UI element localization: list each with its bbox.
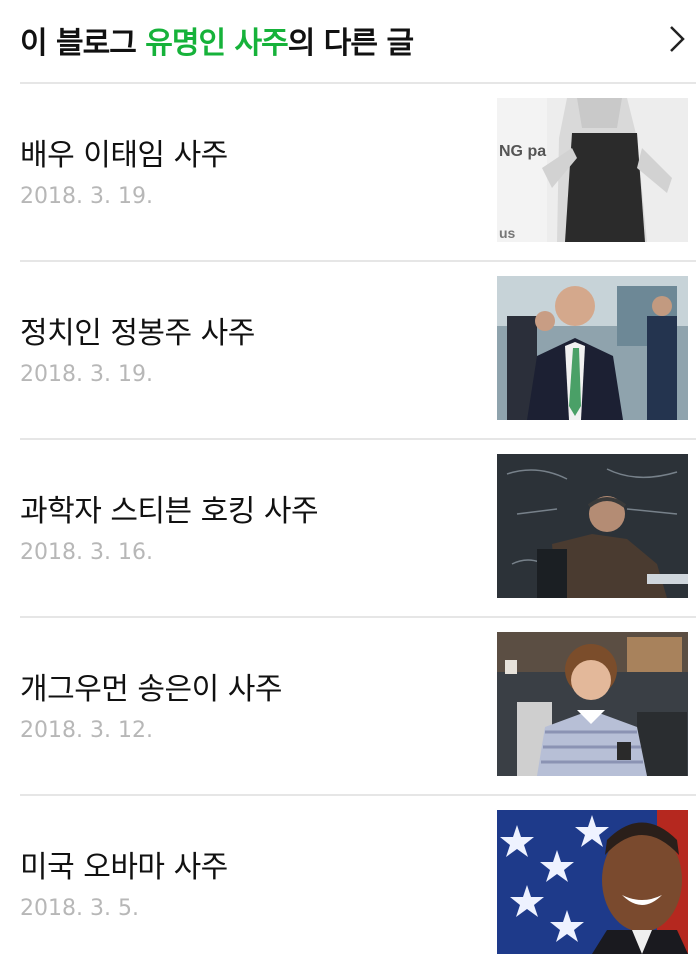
- post-item[interactable]: 미국 오바마 사주 2018. 3. 5.: [20, 796, 696, 972]
- header: 이 블로그 유명인 사주의 다른 글: [0, 0, 696, 80]
- header-title[interactable]: 이 블로그 유명인 사주의 다른 글: [20, 18, 414, 62]
- svg-text:us: us: [499, 225, 516, 241]
- post-thumbnail[interactable]: [497, 810, 688, 954]
- post-thumbnail[interactable]: NG pa us: [497, 98, 688, 242]
- post-thumbnail[interactable]: [497, 276, 688, 420]
- post-item[interactable]: 과학자 스티븐 호킹 사주 2018. 3. 16.: [20, 440, 696, 618]
- header-title-prefix: 이 블로그: [20, 26, 146, 61]
- post-item[interactable]: 배우 이태임 사주 2018. 3. 19. NG pa us: [20, 84, 696, 262]
- post-date: 2018. 3. 19.: [20, 184, 153, 209]
- post-list: 배우 이태임 사주 2018. 3. 19. NG pa us 정치인 정봉주 …: [0, 84, 696, 972]
- post-title[interactable]: 정치인 정봉주 사주: [20, 308, 255, 352]
- post-date: 2018. 3. 5.: [20, 896, 139, 921]
- post-title[interactable]: 배우 이태임 사주: [20, 130, 228, 174]
- post-date: 2018. 3. 16.: [20, 540, 153, 565]
- header-title-suffix: 의 다른 글: [287, 26, 414, 61]
- post-date: 2018. 3. 12.: [20, 718, 153, 743]
- post-title[interactable]: 과학자 스티븐 호킹 사주: [20, 486, 319, 530]
- header-title-highlight: 유명인 사주: [145, 26, 288, 61]
- post-item[interactable]: 개그우먼 송은이 사주 2018. 3. 12.: [20, 618, 696, 796]
- post-title[interactable]: 개그우먼 송은이 사주: [20, 664, 282, 708]
- post-title[interactable]: 미국 오바마 사주: [20, 842, 228, 886]
- post-thumbnail[interactable]: [497, 454, 688, 598]
- thumb-text: NG pa: [499, 143, 546, 160]
- post-item[interactable]: 정치인 정봉주 사주 2018. 3. 19.: [20, 262, 696, 440]
- post-thumbnail[interactable]: [497, 632, 688, 776]
- chevron-right-icon[interactable]: [666, 24, 688, 54]
- post-date: 2018. 3. 19.: [20, 362, 153, 387]
